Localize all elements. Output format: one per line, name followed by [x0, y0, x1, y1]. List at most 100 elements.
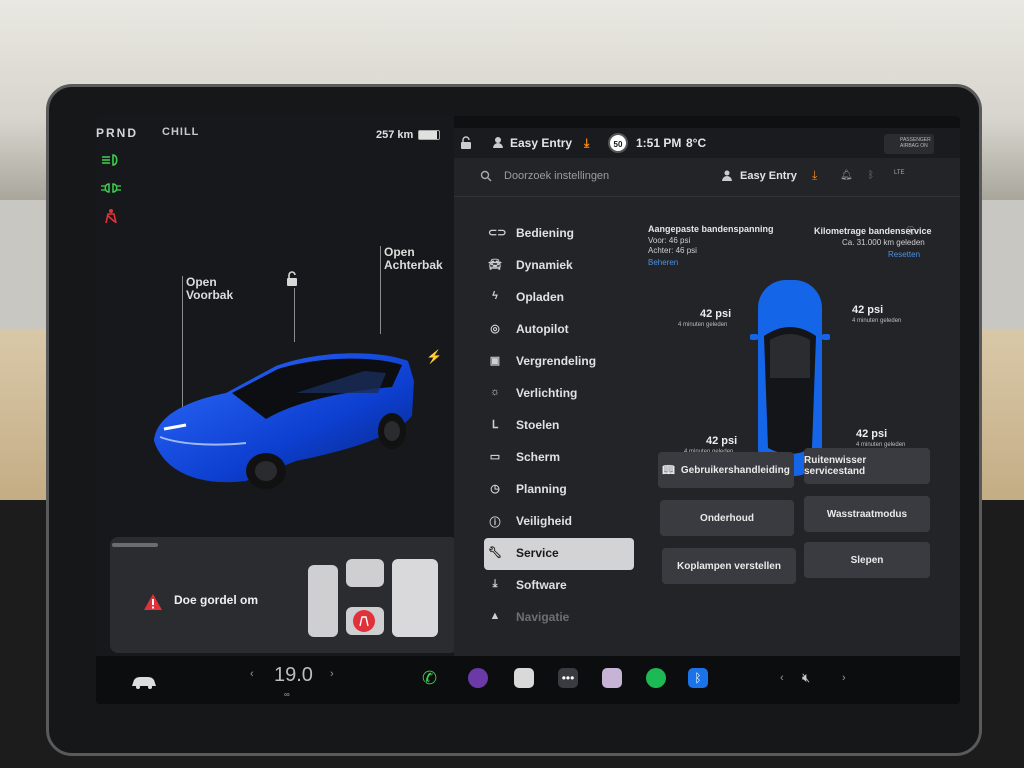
- low-beam-icon: [102, 154, 118, 166]
- info-icon: ⓘ: [489, 517, 501, 529]
- tyre-front-right-psi: 42 psi: [852, 304, 884, 316]
- camera-icon[interactable]: [468, 668, 488, 688]
- status-bar: Easy Entry ⤓ 50 1:51 PM 8°C PASSENGER AI…: [454, 128, 960, 159]
- car-icon[interactable]: [130, 674, 158, 690]
- warning-icon: [144, 594, 162, 610]
- toggle-icon: ⊂⊃: [488, 227, 507, 239]
- light-icon: ☼: [489, 386, 501, 398]
- menu-item-planning[interactable]: ◷ Planning: [484, 474, 644, 506]
- tyre-service-distance: Ca. 31.000 km geleden: [842, 238, 925, 247]
- settings-header: Doorzoek instellingen Easy Entry ⤓ 🔔︎ ᛒ …: [454, 158, 960, 197]
- download-icon[interactable]: ⤓: [584, 136, 589, 151]
- battery-icon: [418, 130, 440, 140]
- tyre-rear-right-psi: 42 psi: [856, 428, 888, 440]
- calendar-icon[interactable]: [602, 668, 622, 688]
- wrench-icon: 🔧︎: [488, 547, 502, 559]
- seat-occupancy-diagram: [308, 559, 438, 637]
- bluetooth-icon[interactable]: ᛒ: [868, 170, 874, 181]
- menu-item-verlichting[interactable]: ☼ Verlichting: [484, 378, 644, 410]
- temp-up-chevron[interactable]: ›: [330, 668, 334, 680]
- download-icon[interactable]: ⤓: [812, 168, 817, 183]
- tyre-pressure-title: Aangepaste bandenspanning: [648, 224, 774, 234]
- seatbelt-warning-icon: [105, 209, 117, 224]
- drive-mode: CHILL: [162, 126, 200, 138]
- parking-light-icon: [101, 183, 121, 193]
- touchscreen: PRND CHILL 257 km Open Voorbak Open Achter…: [96, 116, 960, 704]
- panel-handle: [112, 543, 158, 547]
- seat-heater-icon[interactable]: ∞: [284, 690, 290, 699]
- tyre-rear-left-psi: 42 psi: [706, 435, 738, 447]
- bell-icon[interactable]: 🔔︎: [840, 170, 853, 181]
- car-3d-image: [154, 353, 414, 489]
- range-display: 257 km: [376, 129, 414, 141]
- settings-panel: Doorzoek instellingen Easy Entry ⤓ 🔔︎ ᛒ …: [454, 158, 960, 658]
- bluetooth-icon[interactable]: ᛒ: [688, 668, 708, 688]
- clock-icon: ◷: [490, 483, 500, 495]
- lte-signal-icon: LTE: [894, 170, 905, 176]
- car-icon: 🚘︎: [488, 259, 502, 271]
- theater-icon[interactable]: [514, 668, 534, 688]
- lock-icon: ▣: [489, 355, 501, 367]
- tyre-front-left-time: 4 minuten geleden: [678, 322, 728, 328]
- profile-icon[interactable]: [492, 136, 504, 148]
- tyre-front-right-time: 4 minuten geleden: [852, 318, 902, 324]
- bolt-icon: ϟ: [492, 290, 498, 302]
- profile-name[interactable]: Easy Entry: [510, 136, 572, 150]
- menu-item-veiligheid[interactable]: ⓘ Veiligheid: [484, 506, 644, 538]
- settings-profile-name[interactable]: Easy Entry: [740, 170, 797, 182]
- profile-icon[interactable]: [722, 170, 732, 181]
- volume-up-chevron[interactable]: ›: [842, 672, 846, 684]
- steering-wheel-icon: ◎: [490, 323, 500, 335]
- reset-link[interactable]: Resetten: [888, 250, 920, 259]
- phone-icon[interactable]: ✆: [422, 668, 442, 688]
- manage-link[interactable]: Beheren: [648, 258, 678, 267]
- bottom-dock: ‹ 19.0 › ∞ ✆ ••• ᛒ ‹ 🔇︎ ›: [96, 656, 960, 704]
- navigation-icon: ▲: [489, 610, 501, 622]
- search-icon[interactable]: [480, 170, 492, 182]
- speed-limit-sign: 50: [608, 133, 628, 153]
- display-icon: ▭: [489, 451, 501, 463]
- menu-item-dynamiek[interactable]: 🚘︎ Dynamiek: [484, 250, 644, 282]
- passenger-airbag-indicator: PASSENGER AIRBAG ON: [884, 134, 934, 154]
- menu-item-software[interactable]: ⤓ Software: [484, 570, 644, 602]
- settings-menu: ⊂⊃ Bediening 🚘︎ Dynamiek ϟ Opladen ◎ Autopil…: [484, 218, 644, 634]
- rear-pressure-setting: Achter: 46 psi: [648, 246, 697, 255]
- car-wash-mode-button[interactable]: Wasstraatmodus: [804, 496, 930, 532]
- more-apps-icon[interactable]: •••: [558, 668, 578, 688]
- lock-icon[interactable]: [460, 136, 472, 150]
- mute-icon[interactable]: 🔇︎: [802, 670, 810, 686]
- menu-item-scherm[interactable]: ▭ Scherm: [484, 442, 644, 474]
- charge-port-icon[interactable]: ⚡: [426, 349, 442, 365]
- menu-item-bediening[interactable]: ⊂⊃ Bediening: [484, 218, 644, 250]
- menu-item-navigatie[interactable]: ▲ Navigatie: [484, 602, 644, 634]
- menu-item-service[interactable]: 🔧︎ Service: [484, 538, 634, 570]
- tyre-front-left-psi: 42 psi: [700, 308, 732, 320]
- menu-item-stoelen[interactable]: ᒪ Stoelen: [484, 410, 644, 442]
- temp-down-chevron[interactable]: ‹: [250, 668, 254, 680]
- menu-item-vergrendeling[interactable]: ▣ Vergrendeling: [484, 346, 644, 378]
- download-icon: ⤓: [492, 578, 498, 590]
- trunk-label[interactable]: Open Achterbak: [384, 246, 443, 272]
- book-icon: 📖︎: [662, 464, 675, 476]
- owners-manual-button[interactable]: 📖︎ Gebruikershandleiding: [658, 452, 794, 488]
- tow-mode-button[interactable]: Slepen: [804, 542, 930, 578]
- wiper-service-button[interactable]: Ruitenwisser servicestand: [804, 448, 930, 484]
- front-pressure-setting: Voor: 46 psi: [648, 236, 691, 245]
- cabin-temperature[interactable]: 19.0: [274, 664, 313, 687]
- info-icon[interactable]: ⓘ: [906, 224, 915, 237]
- unlocked-icon[interactable]: [284, 271, 300, 287]
- gear-selector: PRND: [96, 126, 139, 140]
- seatbelt-panel: Doe gordel om: [110, 537, 458, 653]
- search-input[interactable]: Doorzoek instellingen: [504, 170, 609, 182]
- seat-icon: ᒪ: [491, 419, 499, 431]
- clock: 1:51 PM: [636, 136, 682, 150]
- spotify-icon[interactable]: [646, 668, 666, 688]
- menu-item-opladen[interactable]: ϟ Opladen: [484, 282, 644, 314]
- seatbelt-alert-text: Doe gordel om: [174, 593, 259, 607]
- frunk-label[interactable]: Open Voorbak: [186, 276, 233, 302]
- outside-temperature: 8°C: [686, 136, 707, 150]
- menu-item-autopilot[interactable]: ◎ Autopilot: [484, 314, 644, 346]
- maintenance-button[interactable]: Onderhoud: [660, 500, 794, 536]
- headlight-adjust-button[interactable]: Koplampen verstellen: [662, 548, 796, 584]
- volume-down-chevron[interactable]: ‹: [780, 672, 784, 684]
